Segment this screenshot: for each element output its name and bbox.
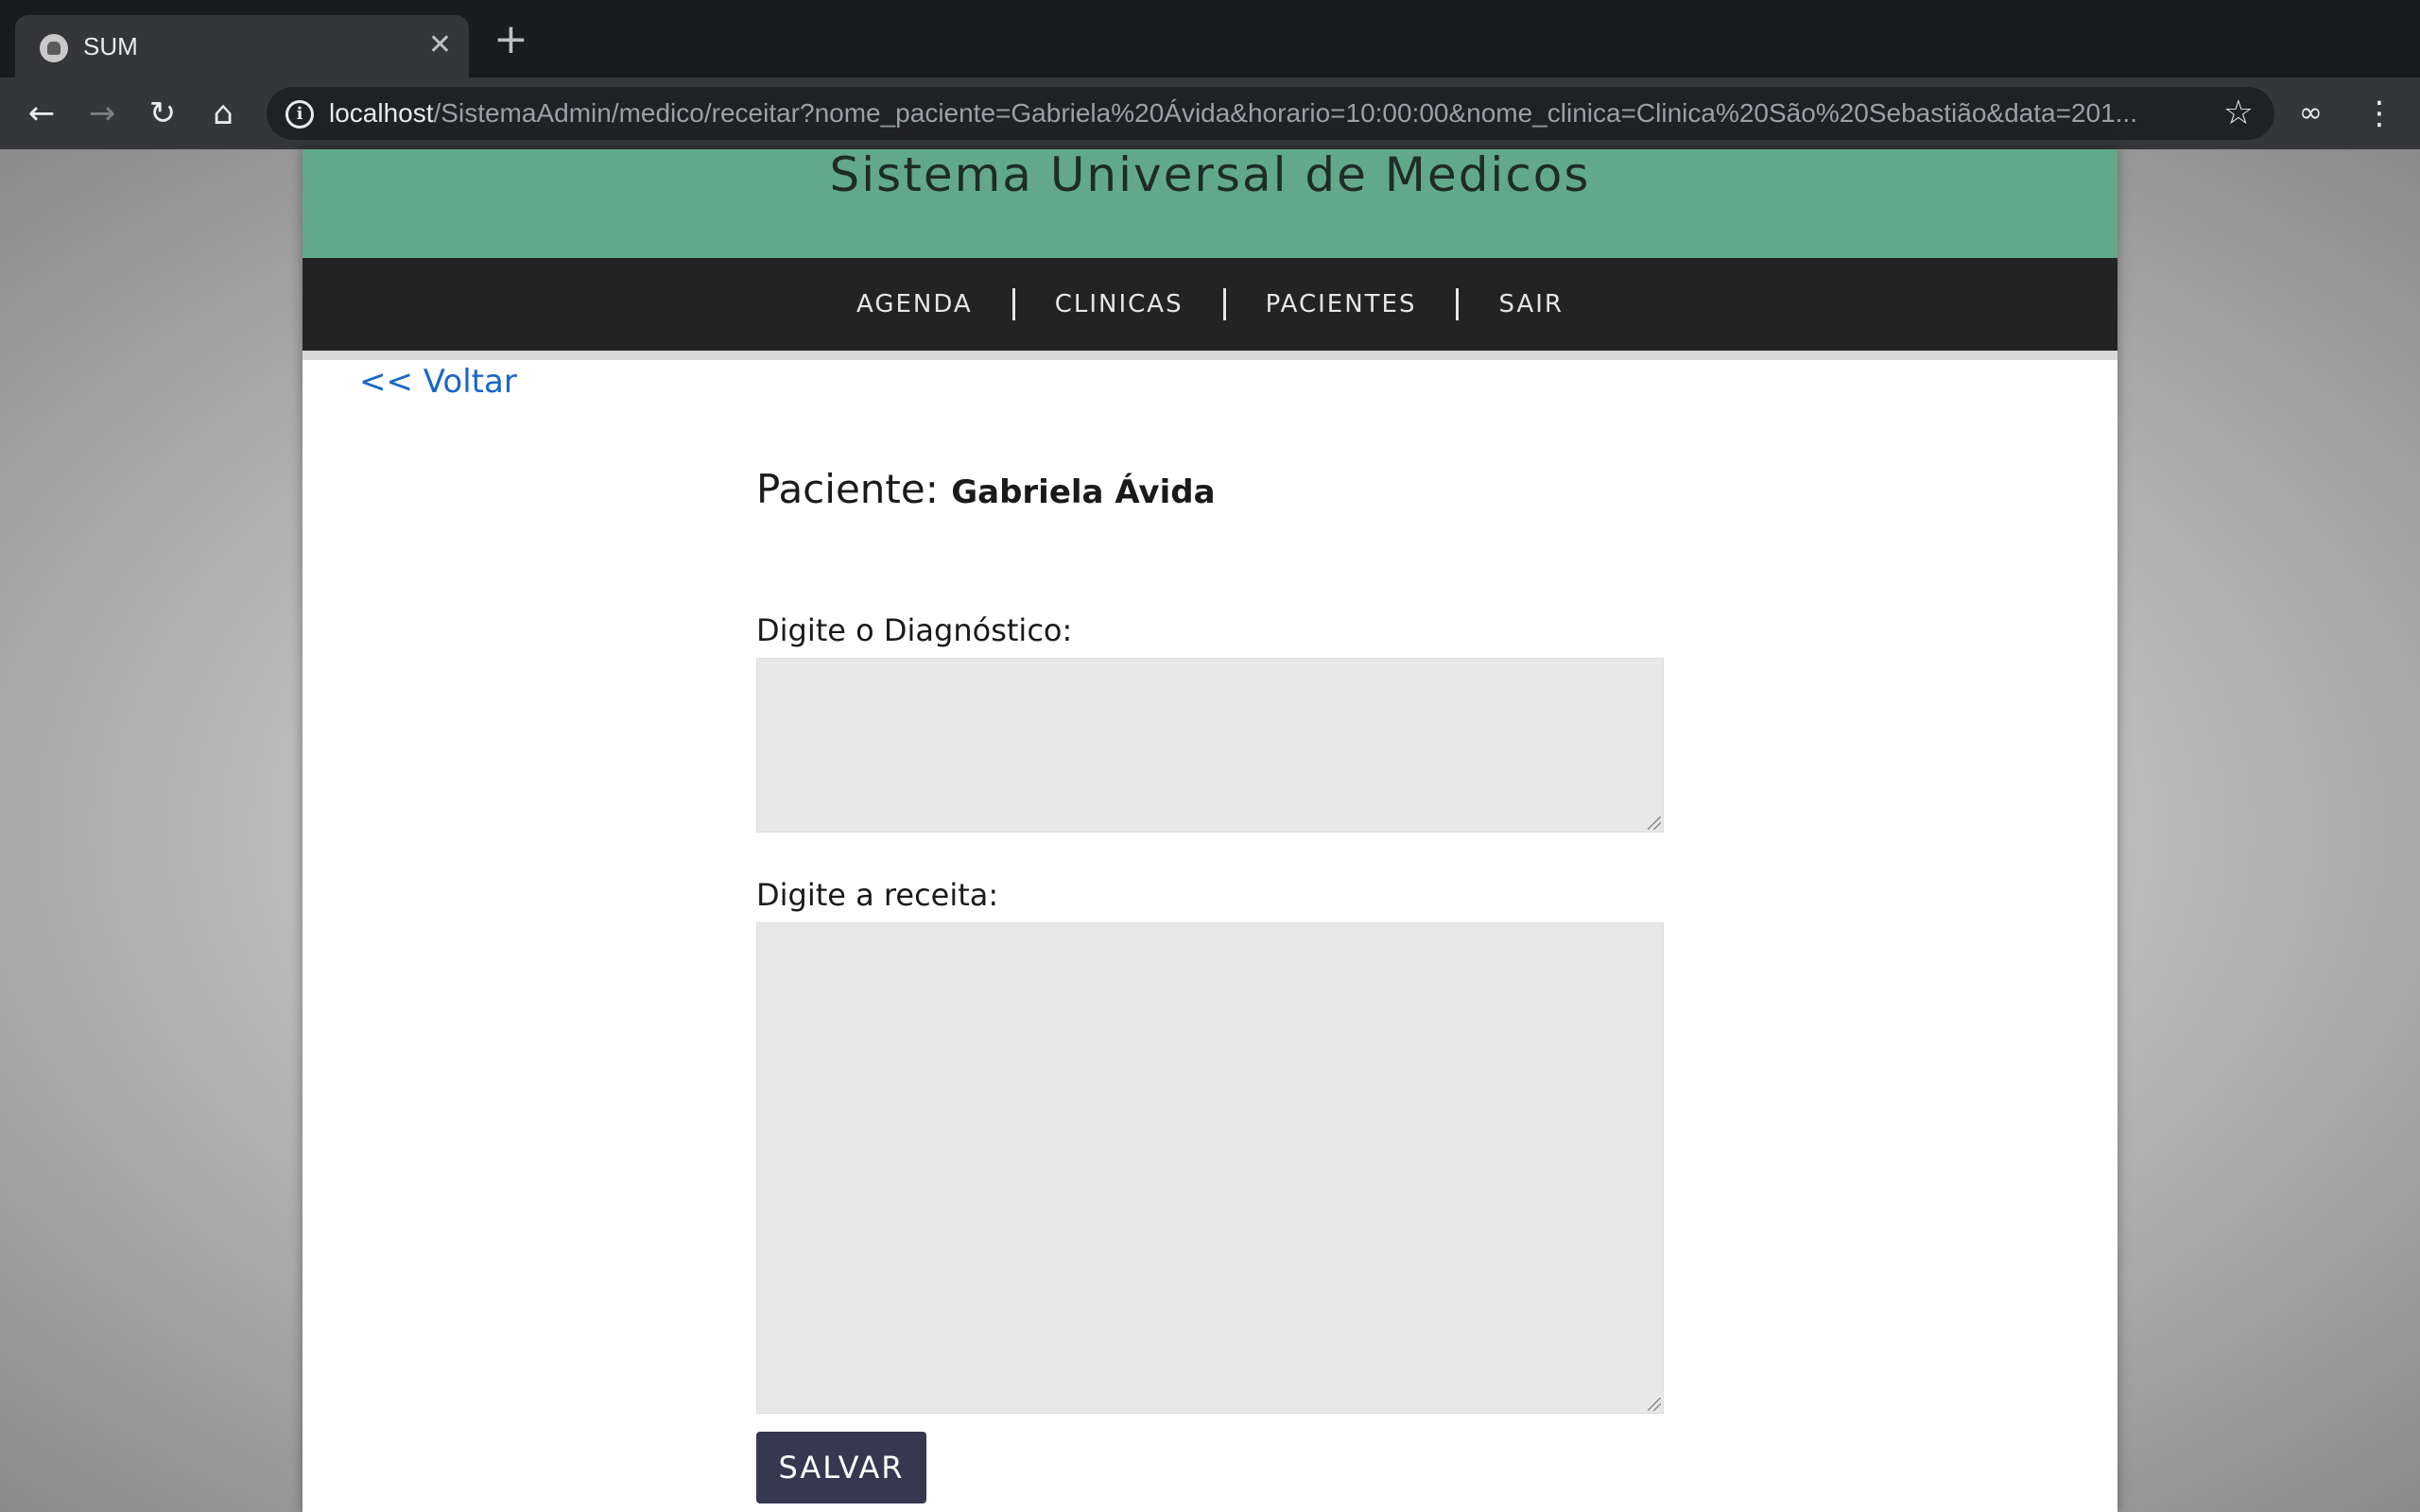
url-path: /SistemaAdmin/medico/receitar?nome_pacie…: [433, 98, 2137, 128]
site-info-icon[interactable]: i: [285, 100, 314, 129]
browser-menu-icon[interactable]: ⋮: [2363, 94, 2395, 132]
close-tab-icon[interactable]: ✕: [428, 28, 452, 62]
diagnosis-textarea[interactable]: [756, 658, 1664, 833]
url-text[interactable]: localhost/SistemaAdmin/medico/receitar?n…: [329, 98, 2201, 129]
site-title: Sistema Universal de Medicos: [829, 147, 1591, 202]
resize-grip-icon[interactable]: [1648, 1398, 1661, 1411]
nav-item-agenda[interactable]: AGENDA: [817, 290, 1012, 318]
patient-heading: Paciente: Gabriela Ávida: [756, 466, 1216, 512]
back-link[interactable]: << Voltar: [359, 363, 517, 401]
diagnosis-label: Digite o Diagnóstico:: [756, 612, 1073, 648]
patient-label: Paciente:: [756, 466, 939, 512]
resize-grip-icon[interactable]: [1648, 816, 1661, 830]
tab-title: SUM: [83, 32, 138, 60]
bookmark-star-icon[interactable]: ☆: [2223, 94, 2254, 132]
reload-icon[interactable]: ↻: [144, 94, 182, 132]
forward-arrow-icon[interactable]: →: [83, 94, 121, 132]
prescription-textarea[interactable]: [756, 922, 1664, 1414]
address-bar[interactable]: i localhost/SistemaAdmin/medico/receitar…: [267, 87, 2274, 140]
home-icon[interactable]: ⌂: [204, 94, 242, 132]
nav-bottom-border: [302, 351, 2118, 360]
url-host: localhost: [329, 98, 434, 128]
patient-name: Gabriela Ávida: [951, 473, 1216, 511]
site-header: Sistema Universal de Medicos: [302, 147, 2118, 258]
main-nav: AGENDA CLINICAS PACIENTES SAIR: [302, 258, 2118, 351]
page-viewport: Sistema Universal de Medicos AGENDA CLIN…: [0, 147, 2420, 1512]
page-container: Sistema Universal de Medicos AGENDA CLIN…: [302, 147, 2118, 1512]
incognito-icon[interactable]: ∞: [2299, 94, 2323, 132]
browser-toolbar: ← → ↻ ⌂ i localhost/SistemaAdmin/medico/…: [0, 77, 2420, 149]
tab-strip: SUM ✕ +: [0, 0, 2420, 77]
favicon-icon: [40, 34, 68, 62]
browser-chrome: SUM ✕ + ← → ↻ ⌂ i localhost/SistemaAdmin…: [0, 0, 2420, 149]
save-button[interactable]: SALVAR: [756, 1432, 926, 1503]
nav-item-pacientes[interactable]: PACIENTES: [1226, 290, 1457, 318]
new-tab-button[interactable]: +: [493, 19, 528, 60]
browser-tab[interactable]: SUM ✕: [15, 15, 469, 77]
nav-item-clinicas[interactable]: CLINICAS: [1015, 290, 1223, 318]
back-arrow-icon[interactable]: ←: [23, 94, 60, 132]
nav-item-sair[interactable]: SAIR: [1459, 290, 1603, 318]
prescription-label: Digite a receita:: [756, 877, 999, 913]
